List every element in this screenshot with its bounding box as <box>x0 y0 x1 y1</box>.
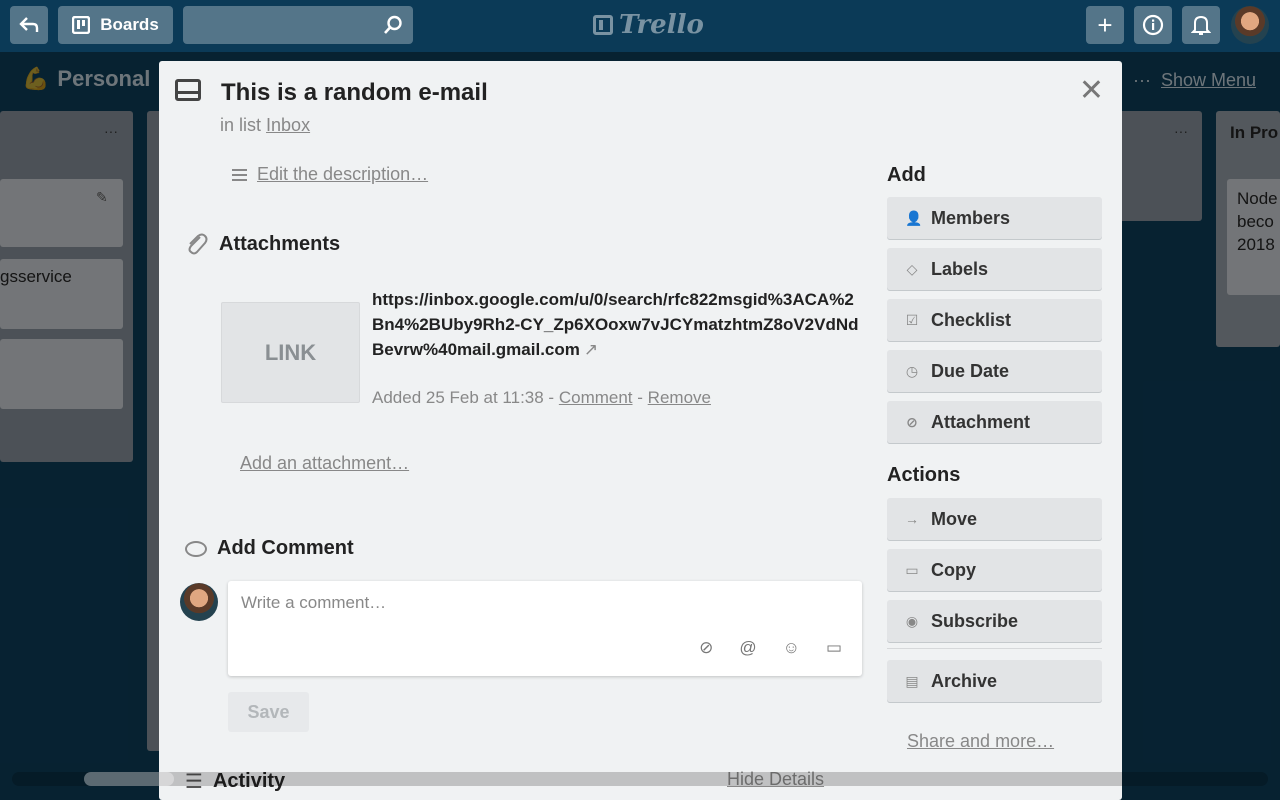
close-icon[interactable]: ✕ <box>1079 76 1104 106</box>
card-icon <box>175 79 201 101</box>
boards-button[interactable]: Boards <box>58 6 173 44</box>
add-heading: Add <box>887 164 926 186</box>
attachment-thumbnail[interactable]: LINK <box>221 302 360 403</box>
move-label: Move <box>931 508 978 529</box>
notifications-button[interactable] <box>1182 6 1220 44</box>
attachment-remove-link[interactable]: Remove <box>648 388 711 407</box>
list-name-link[interactable]: Inbox <box>266 115 310 135</box>
plus-icon: + <box>1097 9 1113 40</box>
search-input[interactable] <box>183 6 413 44</box>
thumb-label: LINK <box>264 339 317 365</box>
comment-input[interactable] <box>241 593 841 613</box>
mention-icon[interactable]: @ <box>739 638 756 658</box>
attachment-comment-link[interactable]: Comment <box>559 388 633 407</box>
boards-label: Boards <box>100 15 159 34</box>
checklist-label: Checklist <box>931 309 1012 330</box>
board-horizontal-scrollbar[interactable] <box>12 772 1268 786</box>
subscribe-label: Subscribe <box>931 610 1019 631</box>
due-date-label: Due Date <box>931 360 1010 381</box>
copy-label: Copy <box>931 559 976 580</box>
labels-label: Labels <box>931 258 989 279</box>
trello-logo-icon <box>593 15 613 35</box>
search-icon <box>384 15 402 34</box>
tag-icon: ◇ <box>906 260 918 277</box>
scrollbar-thumb[interactable] <box>84 772 174 786</box>
due-date-button[interactable]: ◷ Due Date <box>887 350 1102 392</box>
sidebar-divider <box>887 648 1102 649</box>
edit-description-label: Edit the description… <box>257 164 429 184</box>
emoji-icon[interactable]: ☺ <box>783 638 800 658</box>
info-button[interactable] <box>1134 6 1172 44</box>
card-list-info: in list Inbox <box>220 115 310 136</box>
bell-icon <box>1191 15 1211 35</box>
attachment-button[interactable]: ⊘ Attachment <box>887 401 1102 443</box>
paperclip-icon: ⊘ <box>906 413 918 430</box>
card-detail-window: ✕ This is a random e-mail in list Inbox … <box>159 61 1122 800</box>
top-header: Boards Trello + <box>0 0 1280 52</box>
back-button[interactable] <box>10 6 48 44</box>
eye-icon: ◉ <box>905 612 919 629</box>
attachment-separator: - <box>637 388 643 407</box>
description-icon <box>232 168 247 181</box>
move-button[interactable]: → Move <box>887 498 1102 540</box>
external-link-icon[interactable]: ↗ <box>584 340 598 359</box>
add-comment-title: Add Comment <box>217 537 354 559</box>
in-list-prefix: in list <box>220 115 262 135</box>
archive-button[interactable]: ▤ Archive <box>887 660 1102 702</box>
copy-button[interactable]: ▭ Copy <box>887 549 1102 591</box>
card-title[interactable]: This is a random e-mail <box>221 79 488 107</box>
actions-heading: Actions <box>887 464 961 486</box>
commenter-avatar <box>180 583 218 621</box>
arrow-right-icon: → <box>905 511 919 527</box>
attachment-label: Attachment <box>931 411 1031 432</box>
members-button[interactable]: 👤 Members <box>887 197 1102 239</box>
labels-button[interactable]: ◇ Labels <box>887 248 1102 290</box>
attachment-url-link[interactable]: https://inbox.google.com/u/0/search/rfc8… <box>372 287 862 362</box>
archive-icon: ▤ <box>905 672 919 689</box>
card-icon: ▭ <box>905 561 919 578</box>
attach-file-icon[interactable]: ⊘ <box>699 638 713 658</box>
attachment-url: https://inbox.google.com/u/0/search/rfc8… <box>372 290 859 359</box>
attachment-meta: Added 25 Feb at 11:38 - Comment - Remove <box>372 388 711 408</box>
logo-text: Trello <box>619 10 704 40</box>
checklist-button[interactable]: ☑ Checklist <box>887 299 1102 341</box>
add-attachment-link[interactable]: Add an attachment… <box>240 453 409 474</box>
save-button[interactable]: Save <box>228 692 309 732</box>
comment-toolbar: ⊘ @ ☺ ▭ <box>699 638 842 658</box>
back-arrow-icon <box>19 17 39 32</box>
info-icon <box>1142 14 1164 36</box>
checkbox-icon: ☑ <box>905 311 919 328</box>
members-label: Members <box>931 207 1011 228</box>
comment-icon <box>185 540 207 557</box>
edit-description-link[interactable]: Edit the description… <box>232 164 428 185</box>
create-button[interactable]: + <box>1086 6 1124 44</box>
attachment-added: Added 25 Feb at 11:38 - <box>372 388 555 407</box>
user-avatar[interactable] <box>1231 6 1269 44</box>
subscribe-button[interactable]: ◉ Subscribe <box>887 600 1102 642</box>
clock-icon: ◷ <box>905 362 919 379</box>
share-and-more-link[interactable]: Share and more… <box>907 731 1054 752</box>
comment-box[interactable]: ⊘ @ ☺ ▭ <box>228 581 862 676</box>
card-link-icon[interactable]: ▭ <box>826 638 842 658</box>
add-comment-heading: Add Comment <box>185 537 354 560</box>
trello-logo[interactable]: Trello <box>593 10 704 40</box>
archive-label: Archive <box>931 670 998 691</box>
attachments-title: Attachments <box>219 232 341 255</box>
paperclip-icon <box>188 233 208 255</box>
boards-icon <box>72 16 91 34</box>
attachments-heading: Attachments <box>185 231 340 257</box>
person-icon: 👤 <box>905 209 923 226</box>
